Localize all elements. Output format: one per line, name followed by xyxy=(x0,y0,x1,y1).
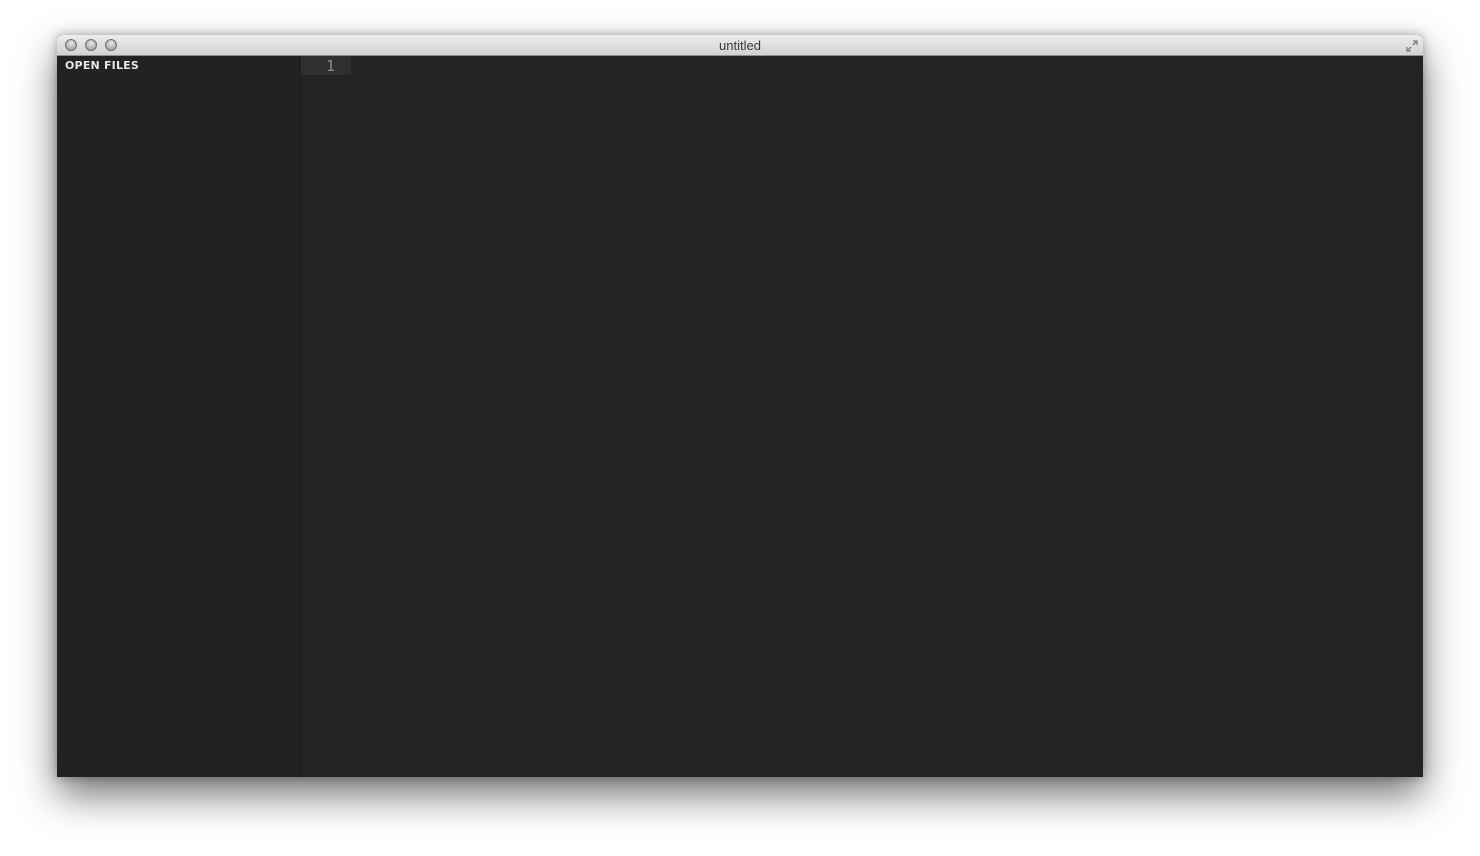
editor-area[interactable]: 1 xyxy=(301,56,1423,777)
fullscreen-icon[interactable] xyxy=(1405,39,1419,53)
window-title: untitled xyxy=(719,38,761,53)
line-gutter: 1 xyxy=(301,56,351,75)
line-number: 1 xyxy=(325,57,335,75)
editor-text-line[interactable] xyxy=(357,56,1423,75)
open-files-header: OPEN FILES xyxy=(65,59,140,72)
sidebar[interactable]: OPEN FILES xyxy=(57,56,300,777)
editor-window: untitled OPEN FILES 1 xyxy=(57,35,1423,777)
title-bar[interactable]: untitled xyxy=(57,35,1423,56)
